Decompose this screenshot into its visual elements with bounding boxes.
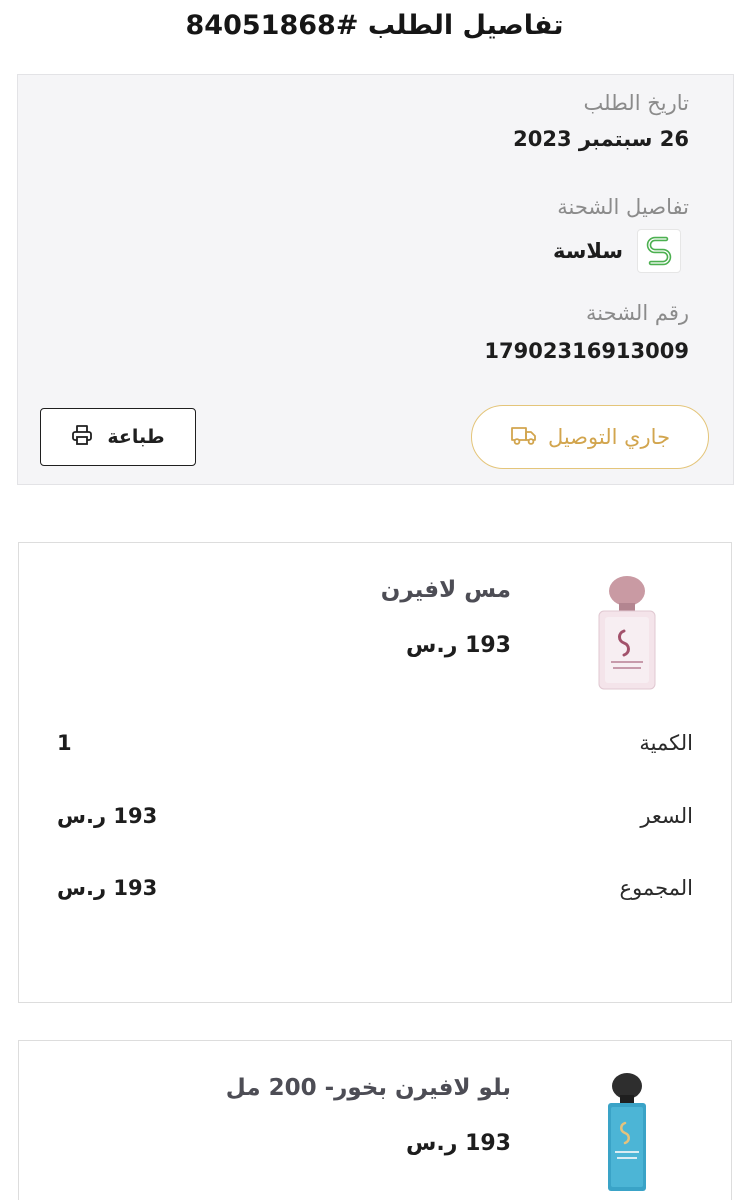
print-label: طباعة — [107, 426, 165, 448]
order-item-card: مس لافيرن 193 ر.س الكمية 1 السعر 193 ر.س… — [18, 542, 732, 1003]
delivery-status-label: جاري التوصيل — [547, 425, 671, 449]
price-value: 193 ر.س — [57, 804, 158, 828]
print-button[interactable]: طباعة — [40, 408, 196, 466]
smsa-logo-icon — [637, 229, 681, 273]
order-date-value: 26 سبتمبر 2023 — [513, 127, 689, 151]
product-price: 193 ر.س — [406, 633, 511, 658]
tracking-number-value: 17902316913009 — [484, 339, 689, 363]
total-value: 193 ر.س — [57, 876, 158, 900]
product-name[interactable]: بلو لافيرن بخور- 200 مل — [226, 1075, 511, 1101]
order-summary-card: تاريخ الطلب 26 سبتمبر 2023 تفاصيل الشحنة… — [17, 74, 734, 485]
printer-icon — [71, 424, 93, 451]
product-price: 193 ر.س — [406, 1131, 511, 1156]
price-label: السعر — [640, 804, 693, 828]
quantity-label: الكمية — [639, 731, 693, 755]
product-image[interactable] — [567, 573, 687, 693]
product-name[interactable]: مس لافيرن — [381, 577, 511, 603]
quantity-value: 1 — [57, 731, 72, 755]
tracking-number-label: رقم الشحنة — [586, 301, 689, 325]
delivery-status-button[interactable]: جاري التوصيل — [471, 405, 709, 469]
page-title: تفاصيل الطلب #84051868 — [185, 10, 564, 41]
order-item-card: بلو لافيرن بخور- 200 مل 193 ر.س — [18, 1040, 732, 1200]
carrier-row: سلاسة — [553, 229, 681, 273]
carrier-name: سلاسة — [553, 239, 623, 263]
shipping-details-label: تفاصيل الشحنة — [557, 195, 689, 219]
truck-icon — [510, 424, 538, 451]
total-label: المجموع — [619, 876, 693, 900]
price-row: السعر 193 ر.س — [57, 800, 693, 832]
order-date-label: تاريخ الطلب — [583, 91, 690, 115]
product-image[interactable] — [567, 1071, 687, 1191]
quantity-row: الكمية 1 — [57, 727, 693, 759]
total-row: المجموع 193 ر.س — [57, 872, 693, 904]
